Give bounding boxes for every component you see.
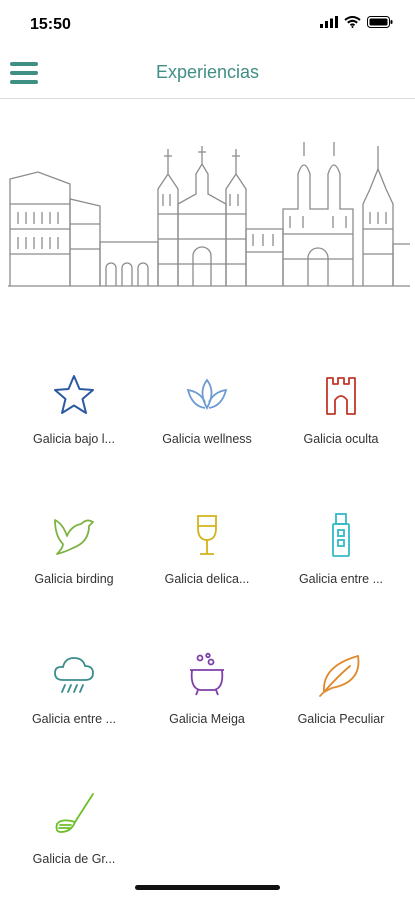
tower-icon xyxy=(326,377,356,415)
nav-bar: Experiencias xyxy=(0,48,415,99)
rain-cloud-icon xyxy=(54,657,94,693)
experience-label: Galicia delica... xyxy=(164,572,250,586)
experience-label: Galicia oculta xyxy=(303,432,379,446)
experience-label: Galicia entre ... xyxy=(31,712,117,726)
status-icons xyxy=(320,16,393,28)
experience-tile[interactable]: Galicia Peculiar xyxy=(272,640,410,760)
experience-tile[interactable]: Galicia entre ... xyxy=(5,640,143,760)
lotus-icon xyxy=(186,378,228,410)
battery-icon xyxy=(367,16,393,28)
status-bar: 15:50 xyxy=(0,0,415,48)
experience-label: Galicia wellness xyxy=(162,432,252,446)
page-title: Experiencias xyxy=(155,62,260,82)
experience-label: Galicia entre ... xyxy=(298,572,384,586)
cauldron-icon xyxy=(190,652,224,696)
experience-label: Galicia Peculiar xyxy=(297,712,385,726)
experience-tile[interactable]: Galicia Meiga xyxy=(138,640,276,760)
experience-tile[interactable]: Galicia entre ... xyxy=(272,500,410,620)
leaf-icon xyxy=(319,654,360,697)
wine-glass-icon xyxy=(197,515,217,555)
usb-icon xyxy=(332,513,350,557)
home-indicator[interactable] xyxy=(135,885,280,890)
experience-tile[interactable]: Galicia delica... xyxy=(138,500,276,620)
experience-label: Galicia bajo l... xyxy=(33,432,115,446)
experience-label: Galicia birding xyxy=(34,572,114,586)
star-icon xyxy=(54,375,94,414)
wifi-icon xyxy=(344,16,361,28)
experience-tile[interactable]: Galicia de Gr... xyxy=(5,780,143,900)
city-skyline-illustration xyxy=(8,142,410,287)
bird-icon xyxy=(54,519,94,555)
experience-label: Galicia de Gr... xyxy=(32,852,116,866)
golf-club-icon xyxy=(55,793,94,833)
status-time: 15:50 xyxy=(30,16,71,33)
experience-label: Galicia Meiga xyxy=(169,712,245,726)
skyline-banner xyxy=(8,134,410,289)
experience-tile[interactable]: Galicia wellness xyxy=(138,360,276,480)
experience-tile[interactable]: Galicia oculta xyxy=(272,360,410,480)
experience-tile[interactable]: Galicia birding xyxy=(5,500,143,620)
signal-icon xyxy=(320,16,338,28)
experience-tile[interactable]: Galicia bajo l... xyxy=(5,360,143,480)
